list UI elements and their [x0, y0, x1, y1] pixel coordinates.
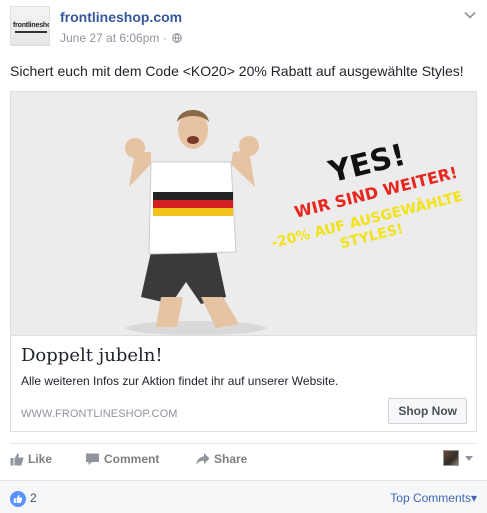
like-button[interactable]: Like: [10, 452, 52, 466]
shop-now-button[interactable]: Shop Now: [388, 398, 467, 424]
card-description: Alle weiteren Infos zur Aktion findet ih…: [21, 374, 339, 388]
page-name-link[interactable]: frontlineshop.com: [60, 9, 182, 25]
avatar-logo-text: frontlineshop: [13, 22, 49, 29]
comment-icon: [86, 453, 99, 465]
meta-separator: ·: [162, 31, 167, 45]
share-button[interactable]: Share: [195, 452, 247, 466]
post-header: frontlineshop frontlineshop.com June 27 …: [10, 6, 477, 50]
post-meta: June 27 at 6:06pm ·: [60, 31, 182, 45]
share-label: Share: [214, 452, 248, 466]
card-body[interactable]: Doppelt jubeln! Alle weiteren Infos zur …: [11, 335, 476, 431]
thumbs-up-icon: [10, 453, 24, 466]
caret-down-icon[interactable]: [465, 456, 473, 461]
top-comments-label: Top Comments: [390, 491, 471, 505]
like-reaction-icon[interactable]: [10, 491, 26, 507]
action-bar: Like Comment Share: [10, 443, 477, 477]
thumbs-up-badge-icon: [13, 495, 23, 503]
post-timestamp[interactable]: June 27 at 6:06pm: [60, 31, 159, 45]
card-image[interactable]: YES! WIR SIND WEITER! -20% AUF AUSGEWÄHL…: [11, 92, 476, 335]
post-message: Sichert euch mit dem Code <KO20> 20% Rab…: [10, 63, 464, 79]
card-title[interactable]: Doppelt jubeln!: [21, 345, 163, 366]
reactions-footer: 2 Top Comments▾: [0, 480, 487, 513]
promo-image: YES! WIR SIND WEITER! -20% AUF AUSGEWÄHL…: [11, 92, 476, 335]
comment-button[interactable]: Comment: [85, 452, 159, 466]
like-label: Like: [28, 452, 53, 466]
globe-icon[interactable]: [172, 33, 182, 43]
chevron-down-icon[interactable]: [463, 8, 477, 22]
comment-label: Comment: [104, 452, 160, 466]
share-arrow-icon: [196, 453, 210, 465]
link-preview-card[interactable]: YES! WIR SIND WEITER! -20% AUF AUSGEWÄHL…: [10, 91, 477, 432]
avatar-logo-bar: [15, 31, 47, 33]
top-comments-caret-icon: ▾: [470, 491, 477, 505]
viewer-avatar[interactable]: [443, 450, 459, 466]
page-avatar[interactable]: frontlineshop: [10, 6, 50, 46]
card-domain: WWW.FRONTLINESHOP.COM: [21, 408, 178, 420]
like-count[interactable]: 2: [30, 491, 37, 505]
top-comments-dropdown[interactable]: Top Comments▾: [390, 491, 477, 505]
